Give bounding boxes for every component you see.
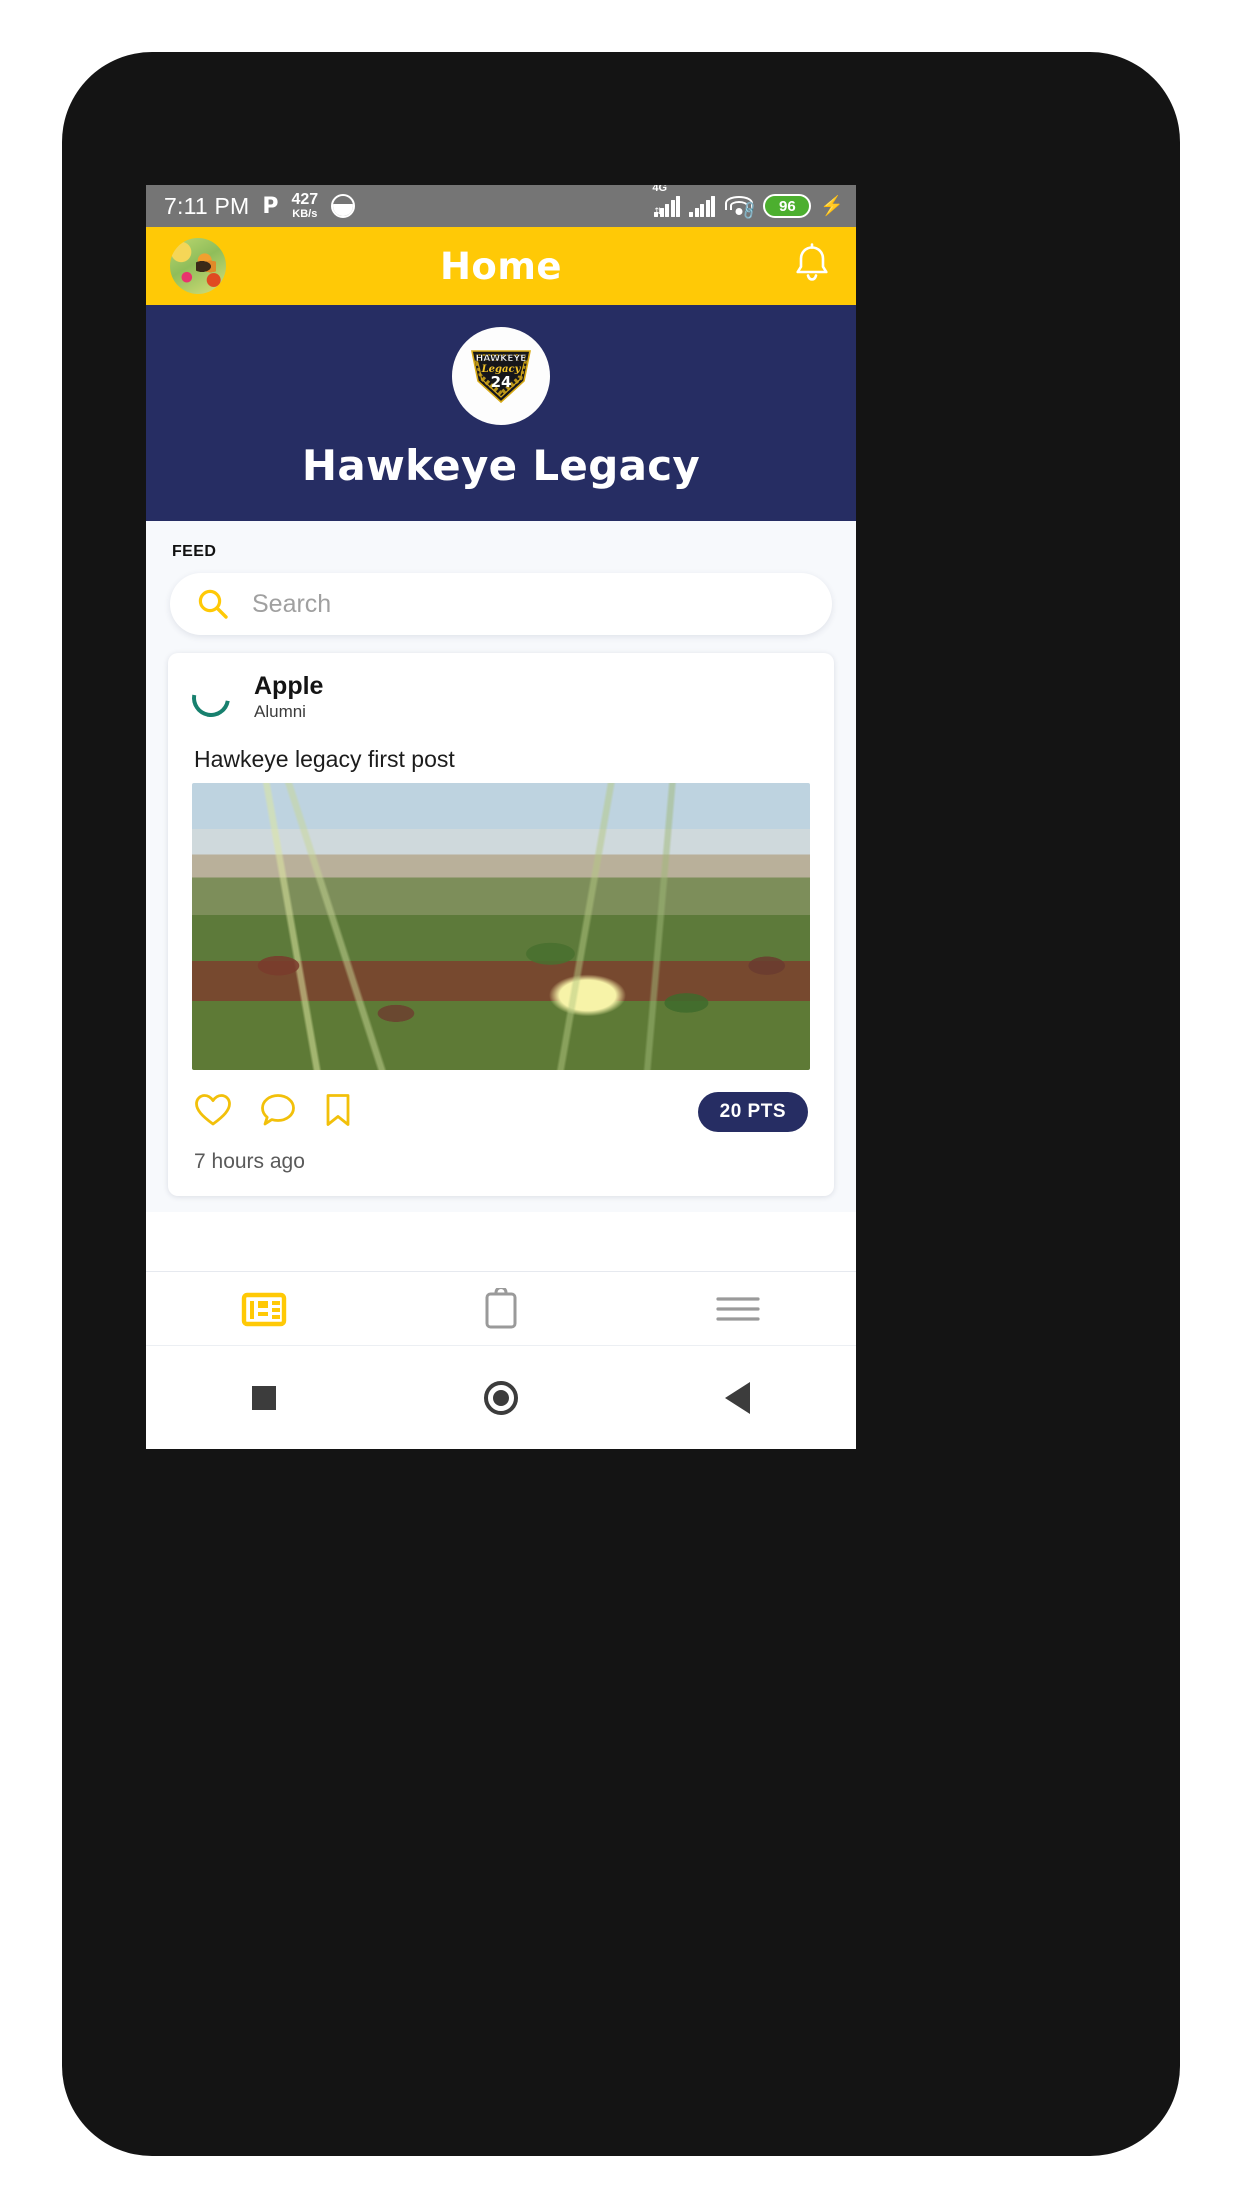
feed-post-card[interactable]: Apple Alumni Hawkeye legacy first post 2… (168, 653, 834, 1197)
hero-banner: HAWKEYE Legacy 24 Hawkeye Legacy (146, 305, 856, 521)
mobile-signal-primary-icon: 4G ⇅ (652, 185, 681, 217)
face-circle-icon (331, 194, 356, 218)
logo-word-top: HAWKEYE (476, 353, 527, 364)
bookmark-icon (326, 1093, 350, 1126)
app-bar: Home (146, 227, 856, 305)
organization-logo: HAWKEYE Legacy 24 (452, 327, 550, 425)
clipboard-icon (485, 1287, 517, 1328)
search-input[interactable] (252, 589, 806, 619)
avatar[interactable] (170, 238, 226, 294)
organization-name: Hawkeye Legacy (301, 441, 701, 490)
battery-level: 96 (778, 197, 796, 215)
triangle-back-icon (725, 1381, 751, 1414)
post-image[interactable] (192, 783, 810, 1071)
data-rate-unit: KB/s (292, 208, 318, 220)
post-author-role: Alumni (254, 702, 306, 722)
comment-bubble-icon (261, 1093, 295, 1126)
newspaper-icon (242, 1292, 287, 1326)
post-author-block: Apple Alumni (254, 673, 323, 722)
heart-icon (195, 1093, 231, 1126)
hawkeye-legacy-logo-icon: HAWKEYE Legacy 24 (471, 350, 531, 404)
notification-bell-button[interactable] (792, 242, 832, 291)
signal-bars-secondary-icon (689, 195, 716, 217)
comment-button[interactable] (260, 1093, 296, 1132)
home-button[interactable] (383, 1380, 620, 1415)
android-system-navigation-bar (146, 1345, 856, 1449)
network-type-label: 4G (652, 185, 668, 194)
hamburger-menu-icon (716, 1296, 760, 1321)
back-button[interactable] (619, 1381, 856, 1414)
phonepe-icon: P (262, 193, 279, 219)
battery-indicator: 96 (763, 194, 812, 218)
square-icon (252, 1385, 277, 1410)
post-avatar-loading-spinner-icon (184, 671, 238, 725)
bottom-navigation-bar (146, 1271, 856, 1345)
nav-item-menu[interactable] (619, 1292, 856, 1326)
search-icon (198, 589, 228, 619)
feed-section: FEED Apple Alumni (146, 521, 856, 1212)
post-body-text: Hawkeye legacy first post (194, 746, 455, 773)
post-action-bar: 20 PTS (168, 1070, 834, 1138)
status-bar: 7:11 PM P 427 KB/s 4G ⇅ 🔗 96 ⚡ (146, 185, 856, 227)
data-rate-indicator: 427 KB/s (291, 192, 318, 220)
charging-bolt-icon: ⚡ (820, 195, 844, 217)
save-button[interactable] (324, 1093, 352, 1132)
bell-icon (796, 242, 828, 281)
points-badge: 20 PTS (697, 1092, 808, 1133)
nav-item-tasks[interactable] (383, 1287, 620, 1330)
phone-screen: 7:11 PM P 427 KB/s 4G ⇅ 🔗 96 ⚡ Home HAWK… (146, 185, 856, 1449)
phone-frame: 7:11 PM P 427 KB/s 4G ⇅ 🔗 96 ⚡ Home HAWK… (62, 52, 1180, 2156)
data-rate-value: 427 (291, 191, 319, 208)
circle-icon (484, 1380, 518, 1415)
network-arrows-icon: ⇅ (654, 205, 662, 216)
post-header: Apple Alumni (168, 653, 834, 732)
like-button[interactable] (194, 1093, 232, 1132)
search-bar[interactable] (170, 573, 832, 635)
recents-button[interactable] (146, 1385, 383, 1410)
post-author-name: Apple (254, 672, 324, 700)
status-time: 7:11 PM (164, 192, 250, 219)
nav-item-feed[interactable] (146, 1290, 383, 1328)
page-title: Home (439, 244, 563, 288)
status-bar-left: 7:11 PM P 427 KB/s (164, 192, 654, 220)
post-timestamp: 7 hours ago (194, 1150, 305, 1174)
feed-section-label: FEED (172, 543, 217, 560)
search-container (146, 561, 856, 635)
status-bar-right: 4G ⇅ 🔗 96 ⚡ (652, 185, 844, 221)
logo-number: 24 (491, 373, 512, 391)
wifi-icon: 🔗 (724, 195, 760, 221)
